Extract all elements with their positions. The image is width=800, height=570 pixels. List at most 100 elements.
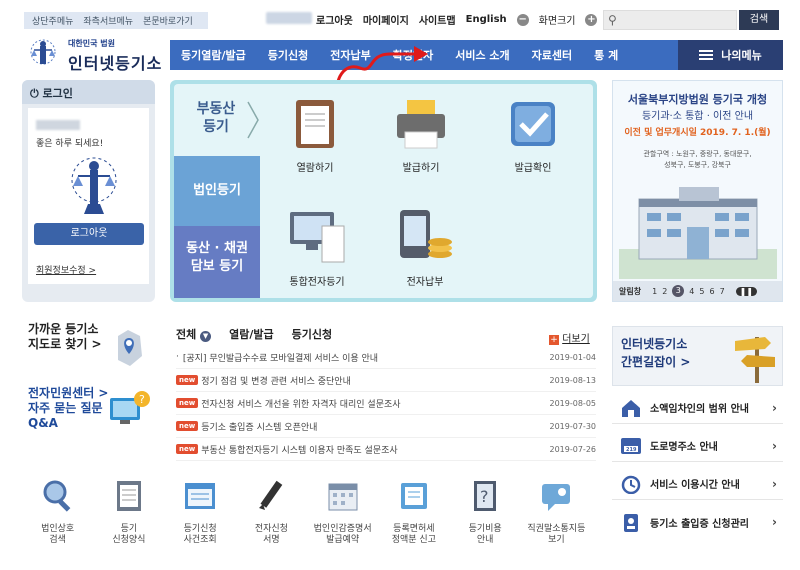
svg-text:?: ? [480, 487, 489, 506]
sitemap-link[interactable]: 사이트맵 [419, 12, 456, 27]
court-emblem-icon [30, 39, 56, 65]
pause-icon[interactable]: ❚❚ [735, 286, 758, 296]
skip-link-top[interactable]: 상단주메뉴 [32, 14, 73, 27]
entry-pass-link[interactable]: 등기소 출입증 신청관리 › [612, 506, 783, 538]
news-date: 2019-07-30 [549, 421, 597, 431]
quick-link-seal-reservation[interactable]: 법인인감증명서 발급예약 [308, 478, 378, 562]
mypage-link[interactable]: 마이페이지 [363, 12, 409, 27]
service-view[interactable]: 열람하기 [280, 96, 350, 174]
pager-2[interactable]: 2 [662, 287, 667, 296]
site-logo[interactable]: 대한민국 법원 인터넷등기소 [24, 36, 164, 73]
zoom-in-icon[interactable]: + [585, 13, 598, 26]
nav-item-resource-center[interactable]: 자료센터 [521, 47, 583, 63]
news-title[interactable]: [공지] 무인발급수수료 모바일결제 서비스 이용 안내 [183, 351, 536, 364]
plus-icon: + [549, 335, 559, 345]
banner-area: 관할구역 : 노원구, 중랑구, 동대문구, 성북구, 도봉구, 강북구 [643, 150, 752, 169]
quick-link-forms[interactable]: 등기 신청양식 [94, 478, 164, 562]
pager-4[interactable]: 4 [689, 287, 694, 296]
list-item[interactable]: new 부동산 통합전자등기 시스템 이용자 만족도 설문조사 2019-07-26 [176, 438, 596, 461]
news-date: 2019-01-04 [549, 352, 597, 362]
right-link-label: 도로명주소 안내 [650, 442, 718, 453]
nav-item-registration[interactable]: 등기신청 [257, 47, 319, 63]
banner-subtitle: 등기과·소 통합 · 이전 안내 [641, 111, 754, 122]
category-corporate[interactable]: 법인등기 [174, 156, 260, 226]
skip-link-left[interactable]: 좌측서브메뉴 [83, 14, 133, 27]
easy-guide-banner[interactable]: 인터넷등기소 간편길잡이 > [612, 326, 783, 386]
monitor-document-icon [290, 212, 345, 263]
category-movable[interactable]: 동산 · 채권 담보 등기 [174, 226, 260, 298]
tab-all[interactable]: 전체 ▼ [176, 326, 212, 342]
svg-text:219: 219 [626, 447, 637, 453]
pager-1[interactable]: 1 [652, 287, 657, 296]
nav-item-service-intro[interactable]: 서비스 소개 [444, 47, 520, 63]
news-title[interactable]: 전자신청 서비스 개선을 위한 자격자 대리인 설문조사 [201, 397, 536, 410]
house-people-icon [622, 400, 640, 417]
search-input[interactable]: ⚲ [603, 10, 737, 30]
greeting-text: 좋은 하루 되세요! [36, 139, 104, 149]
member-edit-link[interactable]: 회원정보수정 > [36, 263, 96, 276]
my-menu-button[interactable]: 나의메뉴 [678, 40, 783, 70]
quick-link-cancellation-notice[interactable]: 직권말소통지등 보기 [521, 478, 591, 562]
news-date: 2019-08-05 [549, 398, 597, 408]
skip-link-body[interactable]: 본문바로가기 [143, 14, 193, 27]
service-payment[interactable]: 전자납부 [390, 206, 460, 288]
service-integrated[interactable]: 통합전자등기 [274, 206, 360, 288]
news-tabs: 전체 ▼ 열람/발급 등기신청 [176, 326, 332, 342]
tab-view-issue[interactable]: 열람/발급 [229, 326, 274, 342]
notice-banner[interactable]: 서울북부지방법원 등기국 개청 등기과·소 통합 · 이전 안내 이전 및 업무… [612, 80, 783, 302]
quick-link-corporate-name[interactable]: 법인상호 검색 [23, 478, 93, 562]
top-links: 로그아웃 마이페이지 사이트맵 English − 화면크기 + [316, 12, 598, 27]
map-pin-icon [118, 330, 142, 366]
quick-link-label: 직권말소통지등 보기 [527, 524, 586, 545]
court-emblem-icon [71, 157, 117, 214]
logout-button[interactable]: 로그아웃 [34, 223, 144, 245]
chevron-right-icon: › [772, 515, 777, 529]
news-title[interactable]: 등기소 출입증 시스템 오픈안내 [201, 420, 536, 433]
quick-links: 법인상호 검색 등기 신청양식 등기신청 사건조회 전자신청 서명 법인인감증명… [22, 478, 592, 562]
news-list: · [공지] 무인발급수수료 모바일결제 서비스 이용 안내 2019-01-04 … [176, 346, 596, 461]
tab-registration[interactable]: 등기신청 [292, 326, 332, 342]
login-panel: ⏻ 로그인 좋은 하루 되세요! 로그아웃 회원정보수정 > [22, 80, 155, 302]
nav-item-view-issue[interactable]: 등기열람/발급 [170, 47, 257, 63]
power-icon: ⏻ [30, 87, 39, 100]
pager-7[interactable]: 7 [720, 287, 725, 296]
new-badge: new [176, 398, 199, 408]
more-link[interactable]: + 더보기 [549, 330, 590, 345]
banner-title: 서울북부지방법원 등기국 개청 [627, 93, 768, 106]
list-item[interactable]: new 정기 점검 및 변경 관련 서비스 중단안내 2019-08-13 [176, 369, 596, 392]
list-item[interactable]: new 등기소 출입증 시스템 오픈안내 2019-07-30 [176, 415, 596, 438]
list-item[interactable]: · [공지] 무인발급수수료 모바일결제 서비스 이용 안내 2019-01-04 [176, 346, 596, 369]
news-title[interactable]: 정기 점검 및 변경 관련 서비스 중단안내 [201, 374, 536, 387]
logo-subtitle: 대한민국 법원 [68, 39, 115, 48]
quick-link-label: 법인인감증명서 발급예약 [313, 524, 372, 545]
service-hours-link[interactable]: 서비스 이용시간 안내 › [612, 468, 783, 500]
english-link[interactable]: English [466, 14, 507, 25]
logout-link[interactable]: 로그아웃 [316, 12, 353, 27]
quick-link-e-sign[interactable]: 전자신청 서명 [236, 478, 306, 562]
quick-link-cost-guide[interactable]: ? 등기비용 안내 [450, 478, 520, 562]
speech-bubble-icon [542, 484, 571, 511]
pager-3[interactable]: 3 [672, 285, 685, 297]
guide-title: 인터넷등기소 [621, 337, 688, 351]
quick-link-case-lookup[interactable]: 등기신청 사건조회 [165, 478, 235, 562]
signpost-icon [735, 337, 775, 383]
calendar-icon [328, 483, 358, 511]
right-link-label: 등기소 출입증 신청관리 [650, 518, 749, 530]
news-title[interactable]: 부동산 통합전자등기 시스템 이용자 만족도 설문조사 [201, 443, 536, 456]
search-button[interactable]: 검색 [739, 10, 779, 30]
road-address-link[interactable]: 219 도로명주소 안내 › [612, 430, 783, 462]
quick-link-license-tax[interactable]: 등록면허세 정액분 신고 [379, 478, 449, 562]
pager-5[interactable]: 5 [699, 287, 704, 296]
service-issue[interactable]: 발급하기 [386, 96, 456, 174]
pager-6[interactable]: 6 [709, 287, 714, 296]
faq-monitor-icon: ? [110, 391, 150, 424]
user-name-blurred [36, 120, 80, 130]
service-verify[interactable]: 발급확인 [496, 96, 570, 174]
zoom-out-icon[interactable]: − [516, 13, 529, 26]
small-tenant-link[interactable]: 소액임차인의 범위 안내 › [612, 392, 783, 424]
chevron-down-icon: ▼ [200, 331, 212, 342]
nav-item-statistics[interactable]: 통 계 [583, 47, 629, 63]
user-name-blurred [266, 12, 312, 24]
list-item[interactable]: new 전자신청 서비스 개선을 위한 자격자 대리인 설문조사 2019-08-0… [176, 392, 596, 415]
quick-link-label: 전자신청 서명 [254, 524, 288, 545]
